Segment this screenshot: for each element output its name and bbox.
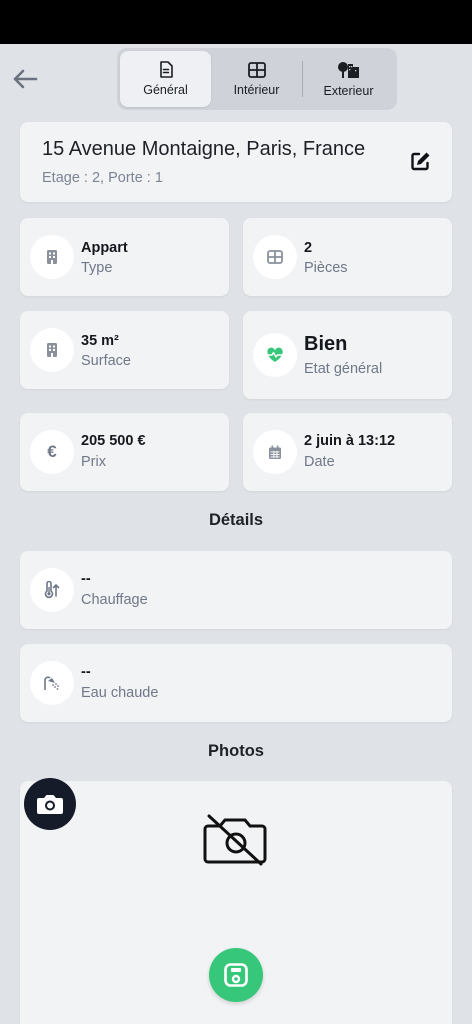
top-bar: Général Intérieur Exterieur: [0, 44, 472, 116]
icon-circle: [30, 235, 74, 279]
edit-icon: [411, 152, 430, 171]
date-label: Date: [304, 454, 335, 470]
details-title: Détails: [208, 511, 264, 529]
grid-icon: [247, 61, 266, 78]
condition-label: Etat général: [304, 361, 383, 377]
icon-circle: €: [30, 430, 74, 474]
tab-interieur-label: Intérieur: [233, 82, 280, 97]
address-card: 15 Avenue Montaigne, Paris, France Etage…: [20, 122, 452, 202]
camera-button[interactable]: [24, 778, 76, 830]
building-icon: [47, 343, 57, 357]
photos-title: Photos: [208, 742, 264, 760]
heating-value: --: [81, 571, 91, 587]
details-card-hot-water[interactable]: -- Eau chaude: [20, 644, 452, 722]
rooms-value: 2: [304, 240, 313, 256]
date-value: 2 juin à 13:12: [304, 433, 396, 449]
tab-interieur[interactable]: Intérieur: [211, 51, 302, 107]
address-title: 15 Avenue Montaigne, Paris, France: [42, 138, 366, 160]
icon-circle: [253, 333, 297, 377]
icon-circle: [253, 235, 297, 279]
back-button[interactable]: [8, 62, 42, 96]
no-photo-icon: [203, 814, 267, 866]
details-card-heating[interactable]: -- Chauffage: [20, 551, 452, 629]
address-subtitle: Etage : 2, Porte : 1: [42, 170, 163, 186]
camera-icon: [37, 795, 63, 814]
icon-circle: [30, 328, 74, 372]
condition-value: Bien: [304, 333, 348, 355]
heart-pulse-icon: [267, 347, 283, 362]
surface-value: 35 m²: [81, 333, 119, 349]
edit-address-button[interactable]: [410, 150, 432, 177]
type-value: Appart: [81, 240, 128, 256]
building-icon: [47, 250, 57, 264]
euro-icon: €: [47, 442, 57, 461]
rooms-label: Pièces: [304, 260, 348, 276]
heating-label: Chauffage: [81, 592, 148, 608]
tab-bar: Général Intérieur Exterieur: [117, 48, 397, 110]
calendar-icon: [269, 445, 281, 459]
tab-general[interactable]: Général: [120, 51, 211, 107]
type-label: Type: [81, 260, 113, 276]
document-icon: [159, 61, 173, 78]
info-card-type: Appart Type: [20, 218, 229, 296]
arrow-left-icon: [13, 69, 38, 89]
info-card-price: € 205 500 € Prix: [20, 413, 229, 491]
surface-label: Surface: [81, 353, 131, 369]
status-bar: [0, 0, 472, 44]
trees-buildings-icon: [337, 61, 359, 78]
price-label: Prix: [81, 454, 106, 470]
shower-icon: [44, 676, 59, 690]
info-card-date: 2 juin à 13:12 Date: [243, 413, 452, 491]
tab-general-label: Général: [143, 83, 188, 97]
icon-circle: [253, 430, 297, 474]
info-card-condition: Bien Etat général: [243, 311, 452, 399]
icon-circle: [30, 568, 74, 612]
icon-circle: [30, 661, 74, 705]
save-icon: [224, 963, 248, 987]
tab-exterieur-label: Exterieur: [323, 83, 374, 98]
tab-exterieur[interactable]: Exterieur: [303, 51, 394, 107]
hot-water-value: --: [81, 664, 91, 680]
info-card-rooms: 2 Pièces: [243, 218, 452, 296]
price-value: 205 500 €: [81, 433, 146, 449]
info-card-surface: 35 m² Surface: [20, 311, 229, 389]
hot-water-label: Eau chaude: [81, 685, 159, 701]
grid-icon: [267, 250, 283, 264]
save-button[interactable]: [209, 948, 263, 1002]
thermometer-icon: [44, 581, 60, 599]
